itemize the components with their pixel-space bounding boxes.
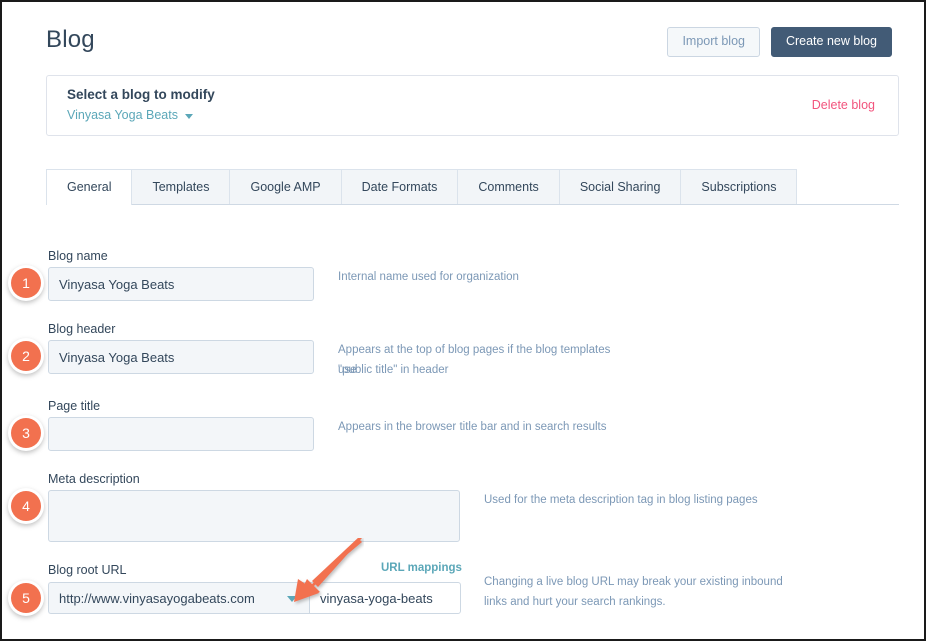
tab-strip-underline [46, 204, 899, 205]
annotation-badge-3: 3 [11, 418, 41, 448]
meta-description-label: Meta description [48, 472, 140, 486]
blog-root-url-helper-line2: links and hurt your search rankings. [484, 596, 666, 608]
general-settings-form: Blog name Internal name used for organiz… [2, 2, 924, 639]
blog-header-input[interactable] [48, 340, 314, 374]
annotation-badge-2: 2 [11, 341, 41, 371]
blog-name-label: Blog name [48, 249, 108, 263]
blog-root-url-slug-input[interactable] [309, 582, 461, 614]
annotation-badge-5: 5 [11, 583, 41, 613]
blog-header-helper-line2: "public title" in header [338, 364, 449, 376]
page-title-input[interactable] [48, 417, 314, 451]
page-title-label: Page title [48, 399, 101, 413]
blog-settings-page: Blog Import blog Create new blog Select … [2, 2, 924, 639]
blog-root-url-label: Blog root URL [48, 563, 127, 577]
blog-name-helper: Internal name used for organization [338, 271, 519, 283]
annotation-badge-4: 4 [11, 491, 41, 521]
tab-general[interactable]: General [46, 169, 133, 206]
blog-name-input[interactable] [48, 267, 314, 301]
meta-description-textarea[interactable] [48, 490, 460, 542]
blog-root-url-domain-value: http://www.vinyasayogabeats.com [59, 590, 255, 606]
screenshot-frame: Blog Import blog Create new blog Select … [0, 0, 926, 641]
meta-description-helper: Used for the meta description tag in blo… [484, 494, 758, 506]
annotation-badge-1: 1 [11, 268, 41, 298]
blog-root-url-domain-select[interactable]: http://www.vinyasayogabeats.com [48, 582, 309, 614]
page-title-helper: Appears in the browser title bar and in … [338, 421, 607, 433]
blog-header-label: Blog header [48, 322, 116, 336]
chevron-down-icon [287, 596, 297, 602]
blog-root-url-helper-line1: Changing a live blog URL may break your … [484, 576, 783, 588]
url-mappings-link[interactable]: URL mappings [381, 562, 462, 574]
